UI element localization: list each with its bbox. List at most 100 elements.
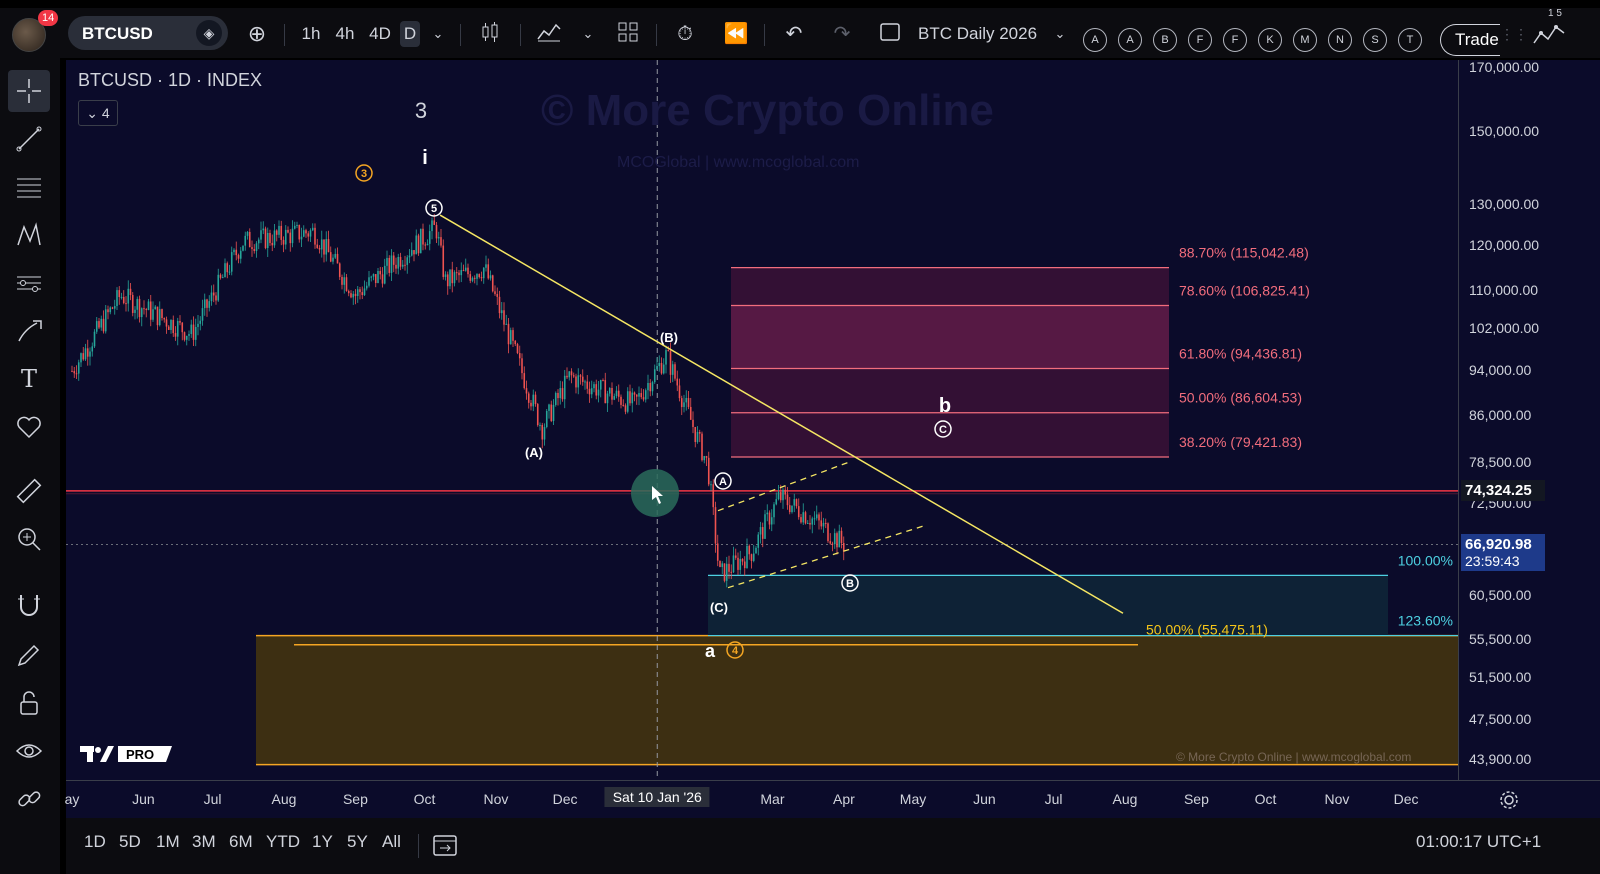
candle-body [530,402,532,407]
prediction-icon[interactable] [8,262,50,304]
candle-body [89,351,91,357]
alert-clock-icon[interactable]: ⏱ [670,21,700,47]
axis-settings-icon[interactable] [1498,789,1520,816]
candle-body [723,563,726,581]
brush-icon[interactable] [8,310,50,352]
interval-4h[interactable]: 4h [331,21,359,47]
drag-handle-icon[interactable]: ⋮⋮ [1500,21,1528,47]
candle-body [314,227,316,245]
candle-body [566,375,568,378]
trend-line-icon[interactable] [8,118,50,160]
lock-icon[interactable] [8,682,50,724]
alert-circle-f1[interactable]: F [1188,28,1212,52]
undo-icon[interactable]: ↶ [780,21,808,47]
range-1y[interactable]: 1Y [312,832,333,852]
symbol-search[interactable]: BTCUSD ◈ [68,16,228,50]
top-toolbar: 14 BTCUSD ◈ ⊕ 1h 4h 4D D ⌄ ⌄ ⏱ ⏪ ↶ ↷ BTC… [0,8,1600,58]
alert-circle-a1[interactable]: A [1083,28,1107,52]
ruler-icon[interactable] [8,470,50,512]
range-1m[interactable]: 1M [156,832,180,852]
time-tick-label: Jun [973,791,996,807]
alert-circle-f2[interactable]: F [1223,28,1247,52]
price-axis[interactable]: 170,000.00 150,000.00 130,000.00 120,000.00… [1458,59,1600,780]
link-icon[interactable] [8,778,50,820]
alert-circle-s[interactable]: S [1363,28,1387,52]
range-3m[interactable]: 3M [192,832,216,852]
candle-body [413,250,415,255]
range-5y[interactable]: 5Y [347,832,368,852]
trade-button[interactable]: Trade [1440,24,1500,56]
candle-body [786,494,789,506]
interval-4d[interactable]: 4D [365,21,395,47]
time-tick-label: Aug [1112,791,1138,807]
candle-body [388,257,391,273]
layout-name[interactable]: BTC Daily 2026 [918,21,1048,47]
candle-body [280,225,283,240]
range-1d[interactable]: 1D [84,832,106,852]
layout-dropdown-icon[interactable]: ⌄ [1050,21,1070,47]
range-6m[interactable]: 6M [229,832,253,852]
indicators-dropdown-icon[interactable]: ⌄ [578,21,598,47]
candle-body [116,290,118,307]
redo-icon[interactable]: ↷ [828,21,856,47]
candle-body [732,555,735,573]
layout-square-icon[interactable] [876,21,904,47]
candle-body [604,380,607,404]
range-ytd[interactable]: YTD [266,832,300,852]
alert-circle-b[interactable]: B [1153,28,1177,52]
eye-icon[interactable] [8,730,50,772]
indicator-collapse-button[interactable]: ⌄ 4 [78,100,118,126]
candle-body [338,263,341,277]
candle-body [462,270,465,272]
candle-body [606,393,609,404]
last-price-tag: 66,920.98 23:59:43 [1461,533,1545,571]
zoom-in-icon[interactable] [8,518,50,560]
range-all[interactable]: All [382,832,401,852]
pencil-lock-icon[interactable] [8,634,50,676]
interval-1h[interactable]: 1h [297,21,325,47]
fib-level-label: 50.00% (86,604.53) [1179,390,1302,406]
candle-body [820,520,823,527]
candle-body [516,344,519,354]
indicators-icon[interactable] [534,21,564,47]
candle-body [554,392,557,405]
candle-body [419,228,422,254]
alert-circle-n[interactable]: N [1328,28,1352,52]
replay-icon[interactable]: ⏪ [722,21,750,47]
countdown-label: 23:59:43 [1465,552,1520,569]
heart-icon[interactable] [8,406,50,448]
candle-body [266,232,269,249]
patterns-icon[interactable] [8,214,50,256]
candle-body [140,308,143,318]
candle-body [298,224,301,240]
alert-circle-k[interactable]: K [1258,28,1282,52]
interval-d[interactable]: D [400,21,420,47]
time-tick-label: Jul [203,791,222,807]
date-range-icon[interactable] [432,832,458,863]
crosshair-icon[interactable] [8,70,50,112]
wave-label-b: b [939,395,951,417]
wave-label-a: a [705,641,716,661]
range-5d[interactable]: 5D [119,832,141,852]
candles-icon[interactable] [476,21,504,47]
magnet-icon[interactable] [8,584,50,626]
layout-grid-icon[interactable] [614,21,642,47]
diamond-icon[interactable]: ◈ [196,20,222,46]
price-tick-label: 110,000.00 [1469,281,1539,298]
time-axis[interactable]: ay Jun Jul Aug Sep Oct Nov Dec Sat 10 Jan '26 Mar… [65,780,1600,818]
candle-body [680,398,683,408]
candle-body [235,249,238,256]
price-scale-scrollbar[interactable] [1590,60,1596,780]
interval-dropdown-icon[interactable]: ⌄ [428,21,448,47]
candle-body [307,233,310,237]
alert-circle-a2[interactable]: A [1118,28,1142,52]
candle-body [242,245,244,251]
clock-timezone[interactable]: 01:00:17 UTC+1 [1416,832,1541,852]
text-tool-icon[interactable]: T [8,358,50,400]
strategy-icon[interactable] [1530,21,1568,47]
alert-circle-t[interactable]: T [1398,28,1422,52]
candle-body [228,271,231,273]
compare-add-icon[interactable]: ⊕ [244,21,270,47]
alert-circle-m[interactable]: M [1293,28,1317,52]
fib-tools-icon[interactable] [8,166,50,208]
